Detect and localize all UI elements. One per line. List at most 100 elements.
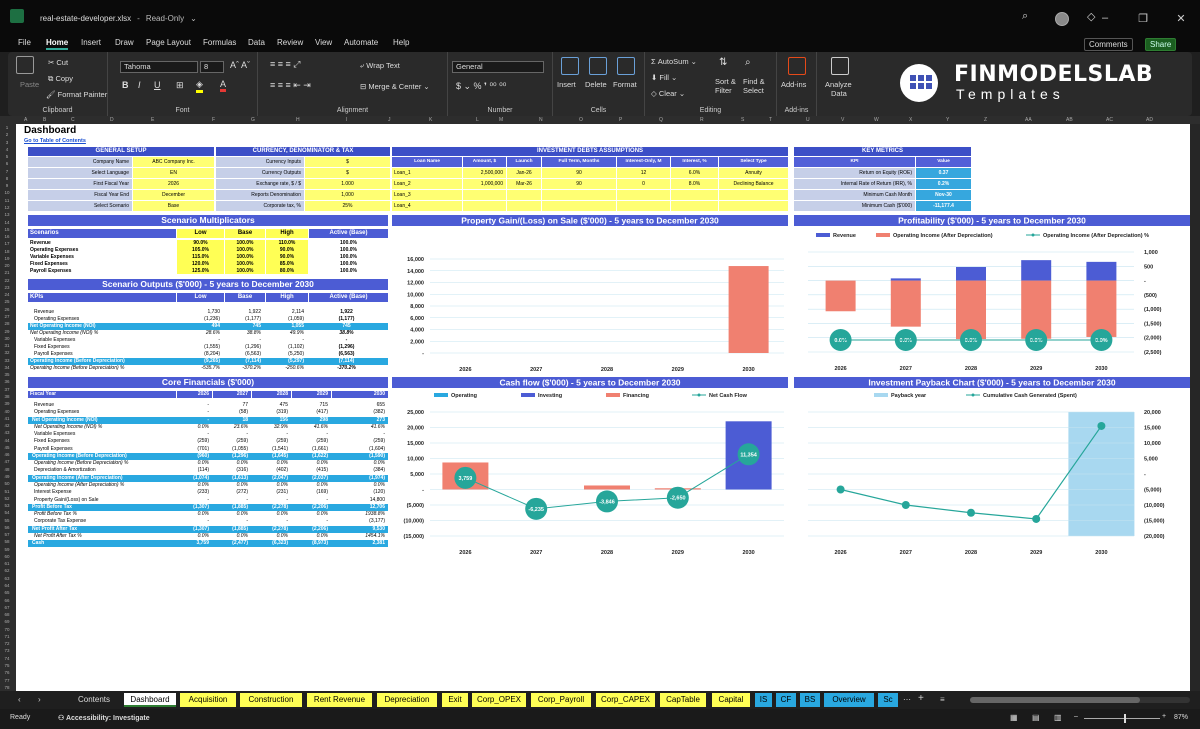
borders-icon[interactable]: ⊞ bbox=[176, 80, 184, 91]
worksheet-dashboard[interactable]: Dashboard Go to Table of Contents GENERA… bbox=[16, 124, 1190, 691]
row-header[interactable]: 54 bbox=[0, 510, 14, 515]
horizontal-scrollbar[interactable] bbox=[970, 697, 1190, 703]
sheet-tab[interactable]: Corp_Payroll bbox=[531, 693, 591, 707]
column-header[interactable]: E bbox=[151, 117, 154, 123]
row-header[interactable]: 6 bbox=[0, 161, 14, 166]
format-icon[interactable] bbox=[617, 57, 635, 75]
row-header[interactable]: 55 bbox=[0, 518, 14, 523]
next-sheet-icon[interactable]: › bbox=[38, 695, 41, 704]
row-header[interactable]: 31 bbox=[0, 343, 14, 348]
row-header[interactable]: 74 bbox=[0, 656, 14, 661]
zoom-slider-thumb[interactable] bbox=[1124, 714, 1126, 723]
column-header[interactable]: AD bbox=[1146, 117, 1153, 123]
cut-button[interactable]: ✂ Cut bbox=[48, 58, 68, 67]
row-header[interactable]: 2 bbox=[0, 132, 14, 137]
row-header[interactable]: 11 bbox=[0, 198, 14, 203]
column-header[interactable]: R bbox=[700, 117, 704, 123]
grow-font-icon[interactable]: Aˆ Aˇ bbox=[230, 60, 250, 70]
analyze-data-icon[interactable] bbox=[831, 57, 849, 75]
row-header[interactable]: 23 bbox=[0, 285, 14, 290]
row-header[interactable]: 5 bbox=[0, 154, 14, 159]
row-header[interactable]: 20 bbox=[0, 263, 14, 268]
menu-data[interactable]: Data bbox=[248, 38, 265, 47]
row-header[interactable]: 22 bbox=[0, 278, 14, 283]
column-header[interactable]: V bbox=[841, 117, 844, 123]
row-header[interactable]: 29 bbox=[0, 329, 14, 334]
paste-icon[interactable] bbox=[16, 56, 34, 74]
autosum-button[interactable]: Σ AutoSum ⌄ bbox=[651, 57, 697, 66]
sheet-tab[interactable]: Construction bbox=[240, 693, 302, 707]
row-headers[interactable]: 1 2 3 4 5 6 7 8 9 10 11 12 13 14 15 16 17 18 19 20 21 22 23 24 2… bbox=[0, 124, 16, 691]
page-break-view-icon[interactable]: ▥ bbox=[1054, 713, 1062, 722]
row-header[interactable]: 63 bbox=[0, 576, 14, 581]
sort-filter-icon[interactable]: ⇅ bbox=[719, 57, 727, 68]
row-header[interactable]: 21 bbox=[0, 270, 14, 275]
column-header[interactable]: M bbox=[499, 117, 503, 123]
currency-format-icon[interactable]: $ ⌄ % ❜ ⁰⁰ ⁰⁰ bbox=[456, 81, 506, 92]
sheet-tab[interactable]: BS bbox=[800, 693, 820, 707]
row-header[interactable]: 49 bbox=[0, 474, 14, 479]
select-label[interactable]: Select bbox=[743, 86, 764, 95]
row-header[interactable]: 75 bbox=[0, 663, 14, 668]
column-header[interactable]: W bbox=[874, 117, 879, 123]
row-header[interactable]: 45 bbox=[0, 445, 14, 450]
row-header[interactable]: 24 bbox=[0, 292, 14, 297]
row-header[interactable]: 51 bbox=[0, 489, 14, 494]
sheet-tab[interactable]: Exit bbox=[442, 693, 468, 707]
row-header[interactable]: 16 bbox=[0, 234, 14, 239]
column-header[interactable]: AA bbox=[1025, 117, 1032, 123]
row-header[interactable]: 34 bbox=[0, 365, 14, 370]
row-header[interactable]: 50 bbox=[0, 481, 14, 486]
sheet-tab[interactable]: Corp_OPEX bbox=[472, 693, 526, 707]
column-header[interactable]: AC bbox=[1106, 117, 1113, 123]
row-header[interactable]: 32 bbox=[0, 350, 14, 355]
row-header[interactable]: 42 bbox=[0, 423, 14, 428]
fill-color-icon[interactable]: ◈ bbox=[196, 79, 203, 93]
find-select-icon[interactable]: ⌕ bbox=[745, 57, 751, 68]
row-header[interactable]: 62 bbox=[0, 568, 14, 573]
sheet-tab[interactable]: Dashboard bbox=[124, 693, 176, 707]
sheet-tab[interactable]: Overview bbox=[824, 693, 874, 707]
share-button[interactable]: Share bbox=[1145, 38, 1177, 51]
row-header[interactable]: 72 bbox=[0, 641, 14, 646]
column-header[interactable]: N bbox=[539, 117, 543, 123]
column-header[interactable]: S bbox=[741, 117, 744, 123]
menu-home[interactable]: Home bbox=[46, 38, 69, 50]
column-header[interactable]: B bbox=[43, 117, 46, 123]
row-header[interactable]: 67 bbox=[0, 605, 14, 610]
column-header[interactable]: I bbox=[346, 117, 347, 123]
row-header[interactable]: 1 bbox=[0, 125, 14, 130]
insert-icon[interactable] bbox=[561, 57, 579, 75]
row-header[interactable]: 44 bbox=[0, 438, 14, 443]
row-header[interactable]: 36 bbox=[0, 379, 14, 384]
sheet-tab[interactable]: CF bbox=[776, 693, 796, 707]
row-header[interactable]: 68 bbox=[0, 612, 14, 617]
row-header[interactable]: 69 bbox=[0, 619, 14, 624]
row-header[interactable]: 15 bbox=[0, 227, 14, 232]
sheet-tab[interactable]: IS bbox=[755, 693, 772, 707]
avatar[interactable] bbox=[1055, 12, 1069, 26]
row-header[interactable]: 59 bbox=[0, 547, 14, 552]
row-header[interactable]: 12 bbox=[0, 205, 14, 210]
menu-draw[interactable]: Draw bbox=[115, 38, 134, 47]
row-header[interactable]: 76 bbox=[0, 670, 14, 675]
row-header[interactable]: 39 bbox=[0, 401, 14, 406]
menu-review[interactable]: Review bbox=[277, 38, 303, 47]
sheet-list-icon[interactable]: ≡ bbox=[940, 695, 945, 704]
menu-insert[interactable]: Insert bbox=[81, 38, 101, 47]
column-header[interactable]: Q bbox=[659, 117, 663, 123]
find-label[interactable]: Find & bbox=[743, 77, 765, 86]
align-top-icon[interactable]: ≡ ≡ ≡ ⤢ bbox=[270, 59, 300, 70]
row-header[interactable]: 8 bbox=[0, 176, 14, 181]
font-color-icon[interactable]: A bbox=[220, 79, 227, 92]
insert-button[interactable]: Insert bbox=[557, 80, 576, 89]
sheet-tab[interactable]: Capital bbox=[712, 693, 750, 707]
format-painter-button[interactable]: 🖌 Format Painter bbox=[46, 90, 107, 99]
row-header[interactable]: 37 bbox=[0, 387, 14, 392]
sort-label[interactable]: Sort & bbox=[715, 77, 736, 86]
row-header[interactable]: 56 bbox=[0, 525, 14, 530]
delete-button[interactable]: Delete bbox=[585, 80, 607, 89]
row-header[interactable]: 25 bbox=[0, 299, 14, 304]
row-header[interactable]: 53 bbox=[0, 503, 14, 508]
row-header[interactable]: 3 bbox=[0, 140, 14, 145]
